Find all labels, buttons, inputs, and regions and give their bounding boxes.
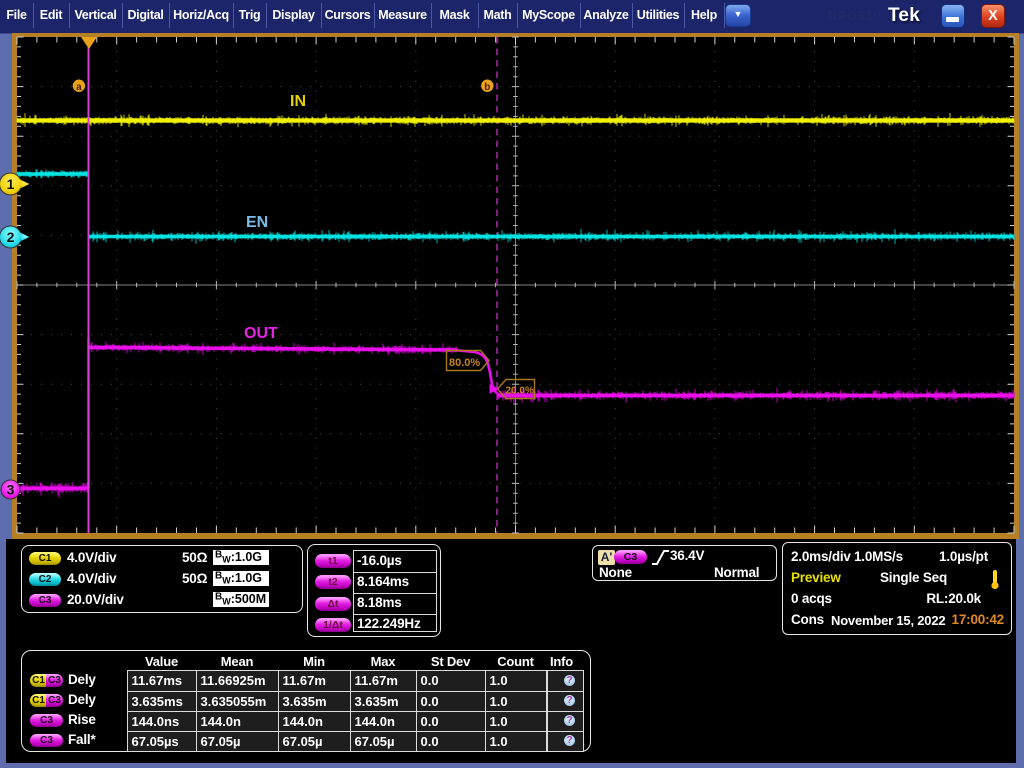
svg-text:1: 1 xyxy=(7,176,15,192)
svg-text:a: a xyxy=(76,82,82,93)
svg-text:80.0%: 80.0% xyxy=(449,357,480,369)
svg-text:2: 2 xyxy=(7,229,15,245)
svg-text:EN: EN xyxy=(246,214,268,231)
svg-text:20.0%: 20.0% xyxy=(506,386,534,397)
svg-text:OUT: OUT xyxy=(244,325,278,342)
svg-text:IN: IN xyxy=(290,93,306,110)
svg-text:3: 3 xyxy=(7,482,15,498)
svg-text:b: b xyxy=(484,82,490,93)
